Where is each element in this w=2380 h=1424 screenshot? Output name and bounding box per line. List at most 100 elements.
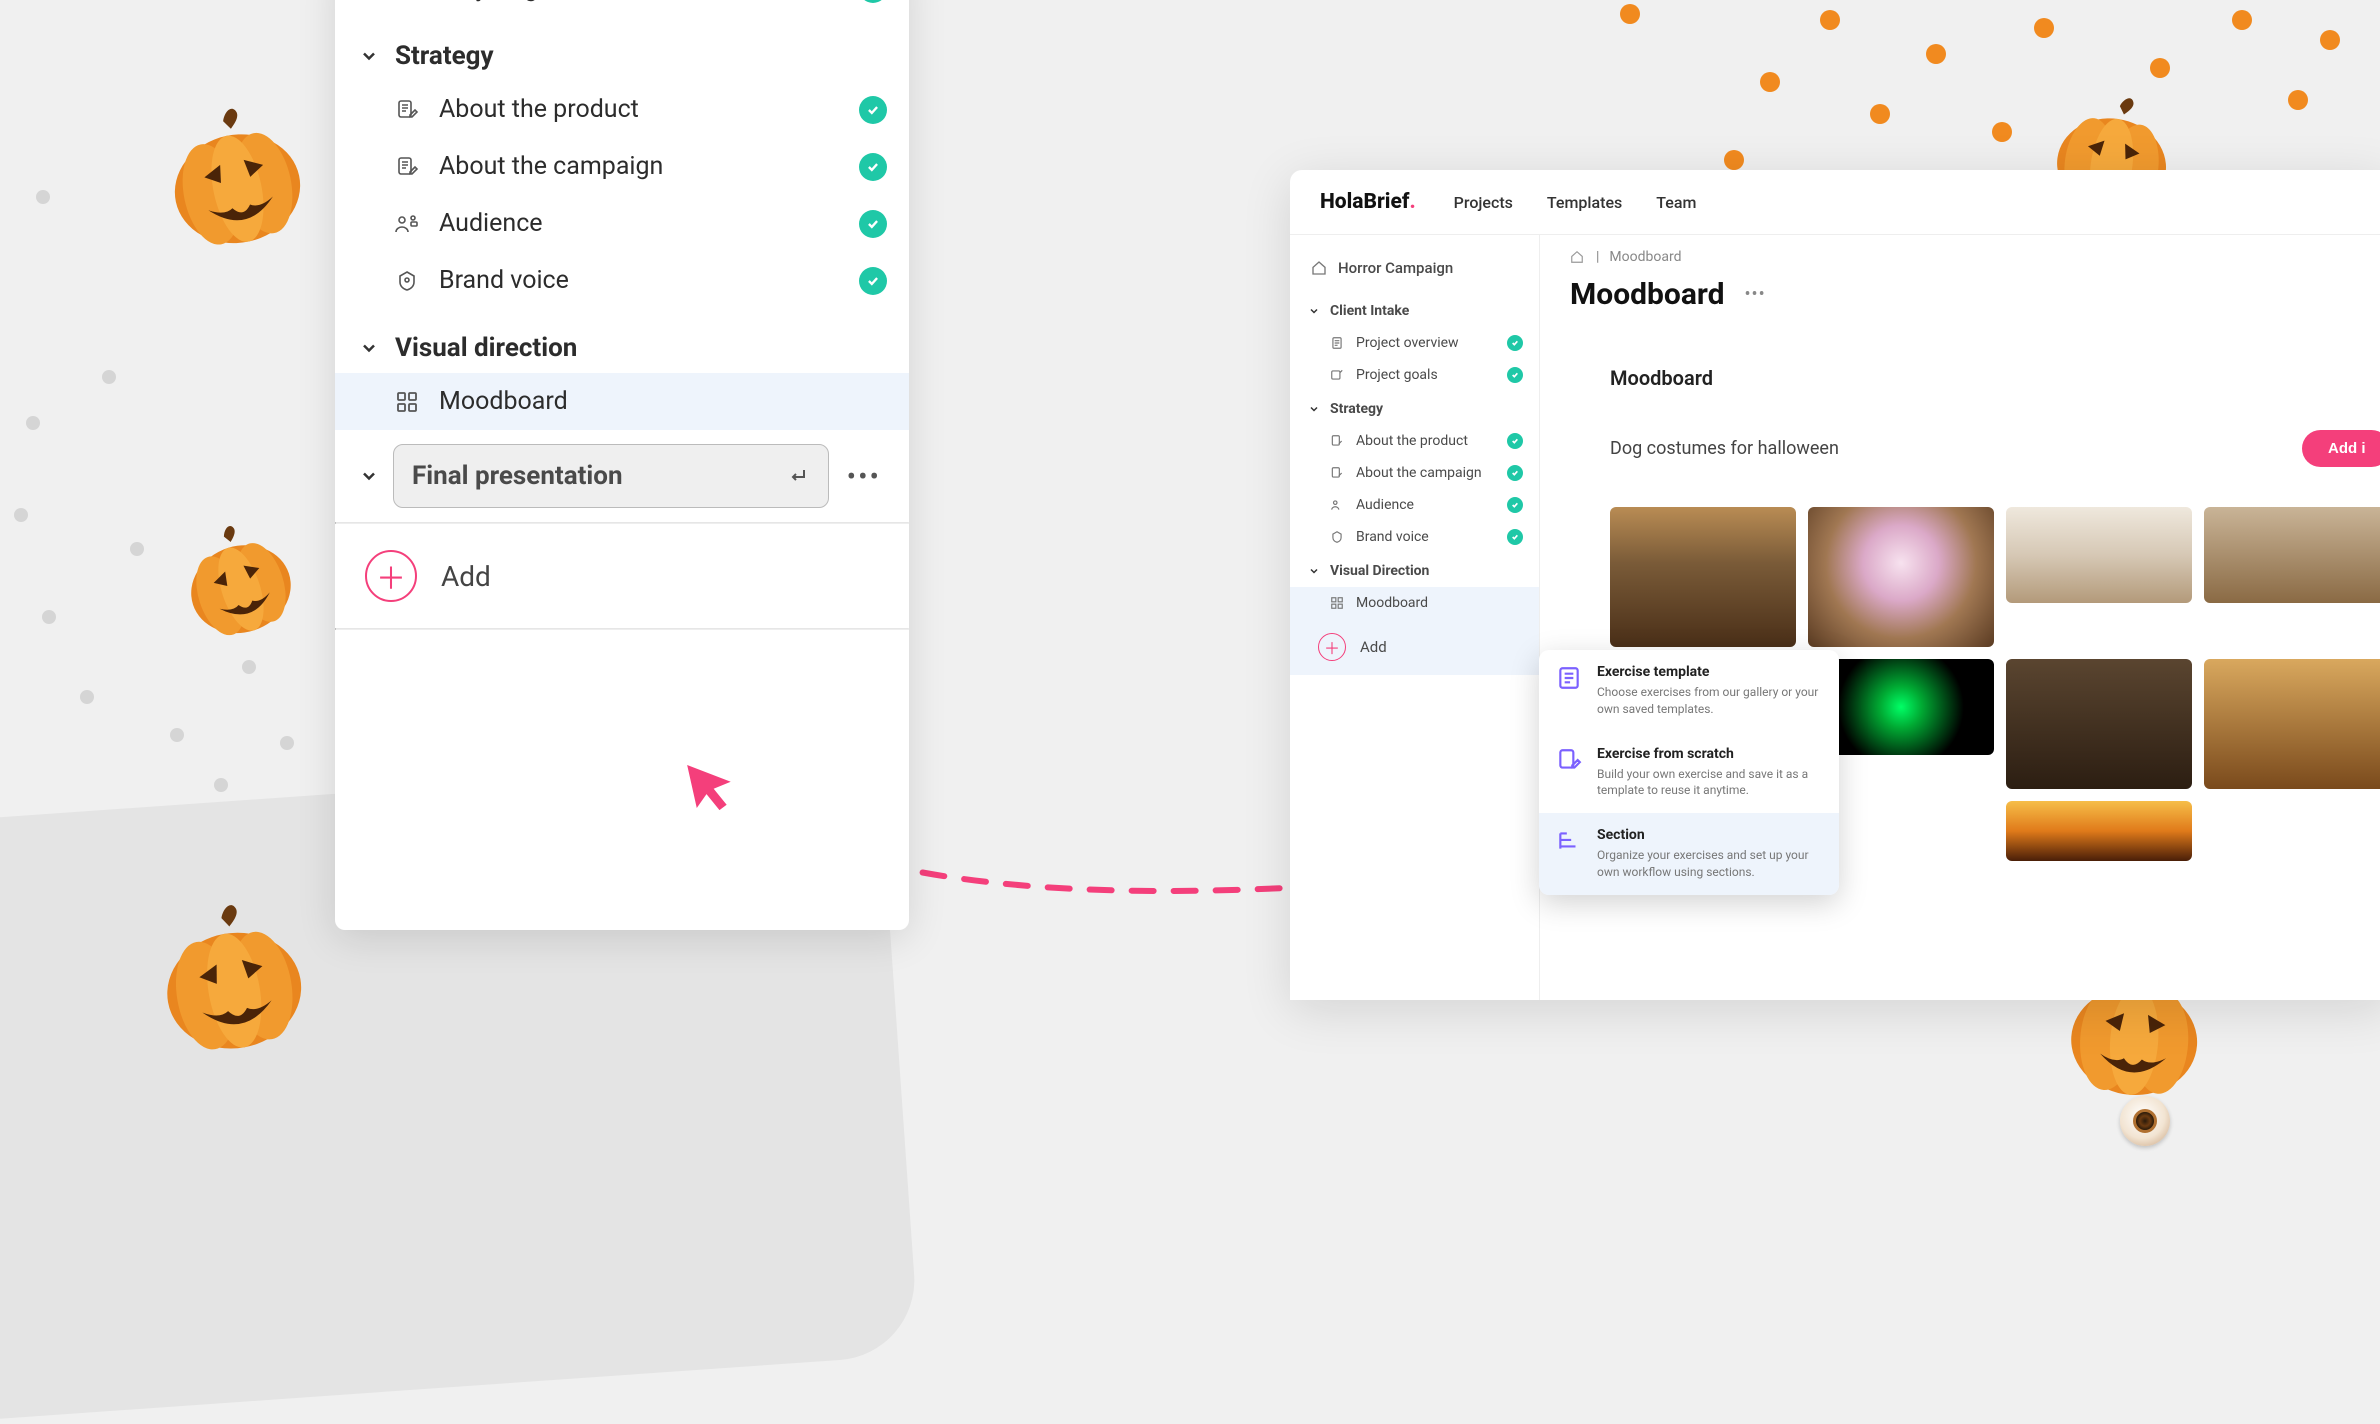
check-icon [1507, 497, 1523, 513]
card-subtitle: Dog costumes for halloween [1610, 438, 1839, 459]
breadcrumb: | Moodboard [1570, 249, 2380, 277]
check-icon [859, 153, 887, 181]
check-icon [1507, 367, 1523, 383]
decoration-dot [1926, 44, 1946, 64]
outline-section-title: Strategy [395, 41, 494, 71]
outline-item-label: Brand voice [439, 266, 841, 295]
menu-item-title: Section [1597, 827, 1823, 847]
chevron-down-icon [357, 466, 381, 486]
moodboard-image[interactable] [1610, 507, 1796, 647]
sidebar-project-name: Horror Campaign [1338, 259, 1453, 277]
pumpkin-decoration [146, 88, 324, 266]
menu-item-section[interactable]: Section Organize your exercises and set … [1539, 813, 1839, 895]
plus-icon: ＋ [365, 550, 417, 602]
sidebar-item-label: Project overview [1356, 335, 1497, 351]
sidebar-section-header[interactable]: Strategy [1290, 391, 1539, 425]
outline-item[interactable]: Project goals [335, 0, 909, 17]
chevron-down-icon [1308, 403, 1322, 415]
decoration-dot [1820, 10, 1840, 30]
decoration-dot [14, 508, 28, 522]
sidebar-add-button[interactable]: ＋ Add [1290, 619, 1539, 675]
decoration-dot [26, 416, 40, 430]
outline-item[interactable]: Brand voice [335, 252, 909, 309]
moodboard-image[interactable] [2006, 659, 2192, 789]
decoration-dot [2288, 90, 2308, 110]
decoration-dot [2232, 10, 2252, 30]
more-button[interactable]: ••• [1744, 284, 1765, 305]
sidebar-item-selected[interactable]: Moodboard [1290, 587, 1539, 619]
outline-item-label: Audience [439, 209, 841, 238]
decoration-dot [1620, 4, 1640, 24]
outline-item[interactable]: About the campaign [335, 138, 909, 195]
brand-logo[interactable]: HolaBrief. [1320, 190, 1416, 214]
sidebar-item-label: Audience [1356, 497, 1497, 513]
home-icon[interactable] [1570, 250, 1586, 264]
card-title: Moodboard [1610, 366, 2380, 430]
grid-icon [1328, 596, 1346, 610]
chevron-down-icon [357, 44, 381, 68]
sidebar-section-header[interactable]: Visual Direction [1290, 553, 1539, 587]
breadcrumb-current: Moodboard [1609, 249, 1681, 265]
check-icon [1507, 433, 1523, 449]
outline-item-selected[interactable]: Moodboard [335, 373, 909, 430]
decoration-dot [42, 610, 56, 624]
outline-item-label: Project goals [439, 0, 841, 3]
top-nav: Projects Templates Team [1454, 193, 1697, 212]
app-window: HolaBrief. Projects Templates Team Horro… [1290, 170, 2380, 1000]
sidebar-project-link[interactable]: Horror Campaign [1290, 249, 1539, 293]
outline-item-label: About the campaign [439, 152, 841, 181]
decoration-dot [80, 690, 94, 704]
enter-icon [786, 464, 810, 488]
moodboard-image[interactable] [2204, 659, 2380, 789]
decoration-dot [102, 370, 116, 384]
sidebar-section-header[interactable]: Client Intake [1290, 293, 1539, 327]
decoration-dot [2320, 30, 2340, 50]
decoration-dot [36, 190, 50, 204]
sidebar-item[interactable]: About the product [1290, 425, 1539, 457]
moodboard-image[interactable] [2006, 801, 2192, 861]
outline-item[interactable]: Audience [335, 195, 909, 252]
sidebar-item[interactable]: Project overview [1290, 327, 1539, 359]
outline-section-header[interactable]: Visual direction [335, 309, 909, 373]
cursor-pointer-icon [683, 753, 742, 817]
menu-item-desc: Build your own exercise and save it as a… [1597, 766, 1823, 800]
page-title: Moodboard [1570, 277, 1724, 312]
template-icon [1555, 664, 1583, 692]
menu-item-exercise-template[interactable]: Exercise template Choose exercises from … [1539, 650, 1839, 732]
add-image-button[interactable]: Add i [2302, 430, 2380, 467]
section-name-input[interactable]: Final presentation [393, 444, 829, 508]
plus-icon: ＋ [1318, 633, 1346, 661]
decoration-dot [242, 660, 256, 674]
section-icon [1555, 827, 1583, 855]
sidebar-item[interactable]: Audience [1290, 489, 1539, 521]
sidebar-item[interactable]: Project goals [1290, 359, 1539, 391]
sidebar-section-title: Strategy [1330, 401, 1383, 417]
chevron-down-icon [1308, 305, 1322, 317]
more-button[interactable]: ••• [841, 460, 887, 493]
moodboard-image[interactable] [1808, 507, 1994, 647]
divider [335, 628, 909, 630]
home-icon [1310, 259, 1328, 277]
sidebar-item-label: Moodboard [1356, 595, 1523, 611]
sidebar-item[interactable]: Brand voice [1290, 521, 1539, 553]
moodboard-image[interactable] [2006, 507, 2192, 603]
people-icon [1328, 498, 1346, 512]
chevron-down-icon [357, 336, 381, 360]
top-bar: HolaBrief. Projects Templates Team [1290, 170, 2380, 235]
doc-edit-icon [1328, 466, 1346, 480]
nav-team[interactable]: Team [1656, 193, 1696, 212]
moodboard-image[interactable] [2204, 507, 2380, 603]
outline-item[interactable]: About the product [335, 81, 909, 138]
eyeball-decoration [2120, 1096, 2170, 1146]
doc-edit-icon [1555, 746, 1583, 774]
grid-icon [393, 390, 421, 414]
outline-section-header[interactable]: Strategy [335, 17, 909, 81]
add-button[interactable]: ＋ Add [335, 524, 909, 628]
menu-item-title: Exercise template [1597, 664, 1823, 684]
nav-projects[interactable]: Projects [1454, 193, 1513, 212]
menu-item-exercise-scratch[interactable]: Exercise from scratch Build your own exe… [1539, 732, 1839, 814]
sidebar-item[interactable]: About the campaign [1290, 457, 1539, 489]
nav-templates[interactable]: Templates [1547, 193, 1622, 212]
pumpkin-decoration [139, 885, 324, 1070]
check-icon [859, 267, 887, 295]
